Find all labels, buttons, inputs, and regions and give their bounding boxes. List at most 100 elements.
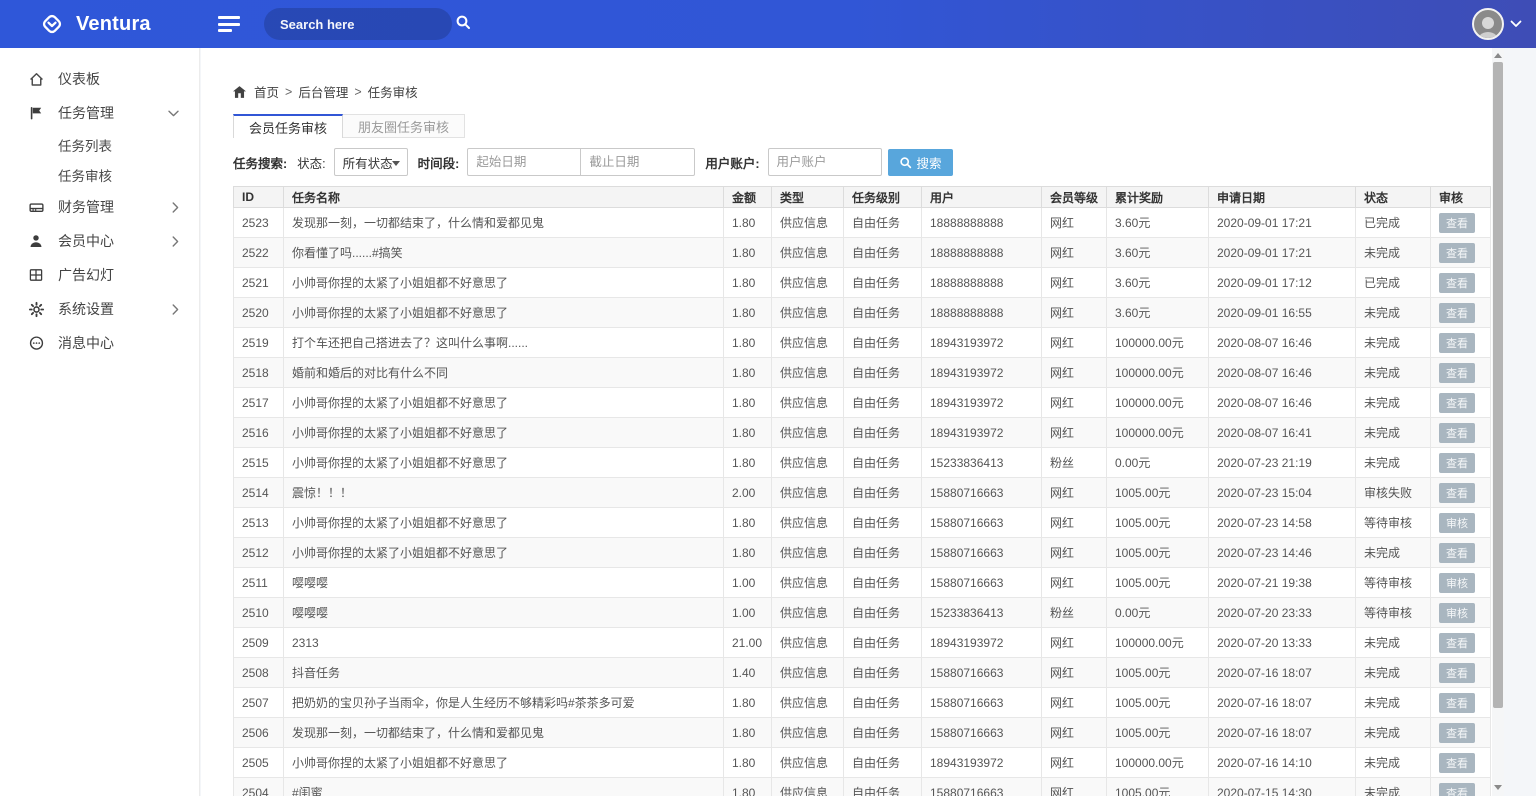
view-button[interactable]: 查看 bbox=[1439, 543, 1475, 563]
cell-task-name: 震惊！！！ bbox=[284, 478, 724, 508]
cell-member-grade: 网红 bbox=[1042, 538, 1107, 568]
sidebar-item-system-settings[interactable]: 系统设置 bbox=[0, 292, 199, 326]
sidebar-item-label: 财务管理 bbox=[58, 197, 172, 217]
cell-type: 供应信息 bbox=[772, 568, 844, 598]
sidebar-item-member-center[interactable]: 会员中心 bbox=[0, 224, 199, 258]
view-button[interactable]: 查看 bbox=[1439, 693, 1475, 713]
cell-task-level: 自由任务 bbox=[844, 538, 922, 568]
scroll-up-arrow-icon[interactable] bbox=[1492, 48, 1504, 62]
cell-member-grade: 网红 bbox=[1042, 628, 1107, 658]
sidebar-item-dashboard[interactable]: 仪表板 bbox=[0, 62, 199, 96]
view-button[interactable]: 查看 bbox=[1439, 303, 1475, 323]
view-button[interactable]: 查看 bbox=[1439, 783, 1475, 796]
cell-status: 未完成 bbox=[1356, 628, 1431, 658]
column-header: 任务级别 bbox=[844, 187, 922, 208]
view-button[interactable]: 查看 bbox=[1439, 723, 1475, 743]
cell-id: 2520 bbox=[234, 298, 284, 328]
breadcrumb-item[interactable]: 后台管理 bbox=[298, 82, 348, 101]
cell-type: 供应信息 bbox=[772, 238, 844, 268]
cell-type: 供应信息 bbox=[772, 598, 844, 628]
view-button[interactable]: 查看 bbox=[1439, 333, 1475, 353]
sidebar-toggle-icon[interactable] bbox=[218, 16, 240, 32]
cell-apply-date: 2020-07-20 23:33 bbox=[1209, 598, 1356, 628]
cell-total-reward: 1005.00元 bbox=[1107, 478, 1209, 508]
view-button[interactable]: 查看 bbox=[1439, 423, 1475, 443]
sidebar-item-finance[interactable]: 财务管理 bbox=[0, 190, 199, 224]
cell-apply-date: 2020-07-16 14:10 bbox=[1209, 748, 1356, 778]
cell-type: 供应信息 bbox=[772, 448, 844, 478]
sidebar-item-ad-slides[interactable]: 广告幻灯 bbox=[0, 258, 199, 292]
start-date-input[interactable] bbox=[467, 148, 581, 176]
ventura-logo-icon bbox=[38, 10, 66, 38]
search-icon bbox=[899, 156, 912, 169]
sidebar-item-label: 消息中心 bbox=[58, 333, 179, 353]
scrollbar-thumb[interactable] bbox=[1493, 62, 1503, 708]
cell-status: 未完成 bbox=[1356, 448, 1431, 478]
chevron-down-icon bbox=[168, 110, 179, 117]
cell-type: 供应信息 bbox=[772, 388, 844, 418]
user-menu[interactable] bbox=[1472, 8, 1522, 40]
sidebar-item-task-review[interactable]: 任务审核 bbox=[0, 160, 199, 190]
cell-task-level: 自由任务 bbox=[844, 778, 922, 796]
cell-amount: 1.80 bbox=[724, 328, 772, 358]
cell-amount: 1.80 bbox=[724, 268, 772, 298]
view-button[interactable]: 查看 bbox=[1439, 273, 1475, 293]
view-button[interactable]: 查看 bbox=[1439, 393, 1475, 413]
view-button[interactable]: 查看 bbox=[1439, 663, 1475, 683]
search-icon[interactable] bbox=[455, 14, 471, 35]
view-button[interactable]: 查看 bbox=[1439, 753, 1475, 773]
cell-apply-date: 2020-09-01 16:55 bbox=[1209, 298, 1356, 328]
cell-member-grade: 网红 bbox=[1042, 688, 1107, 718]
cell-id: 2505 bbox=[234, 748, 284, 778]
cell-action: 查看 bbox=[1431, 388, 1491, 418]
cell-member-grade: 网红 bbox=[1042, 718, 1107, 748]
cell-task-level: 自由任务 bbox=[844, 748, 922, 778]
cell-total-reward: 0.00元 bbox=[1107, 448, 1209, 478]
navbar-search bbox=[264, 8, 452, 40]
task-review-table: ID任务名称金额类型任务级别用户会员等级累计奖励申请日期状态审核 2523发现那… bbox=[233, 186, 1491, 796]
cell-amount: 1.80 bbox=[724, 688, 772, 718]
grid-icon bbox=[27, 266, 45, 284]
view-button[interactable]: 查看 bbox=[1439, 243, 1475, 263]
review-button[interactable]: 审核 bbox=[1439, 603, 1475, 623]
breadcrumb-item[interactable]: 任务审核 bbox=[368, 82, 418, 101]
breadcrumb-item[interactable]: 首页 bbox=[254, 82, 279, 101]
cell-user: 18888888888 bbox=[922, 298, 1042, 328]
chevron-right-icon bbox=[172, 304, 179, 315]
cell-type: 供应信息 bbox=[772, 688, 844, 718]
view-button[interactable]: 查看 bbox=[1439, 213, 1475, 233]
cell-status: 审核失败 bbox=[1356, 478, 1431, 508]
view-button[interactable]: 查看 bbox=[1439, 483, 1475, 503]
tab-moments-task-review[interactable]: 朋友圈任务审核 bbox=[343, 114, 465, 138]
cell-task-level: 自由任务 bbox=[844, 658, 922, 688]
cell-total-reward: 100000.00元 bbox=[1107, 748, 1209, 778]
sidebar-item-task-list[interactable]: 任务列表 bbox=[0, 130, 199, 160]
table-row: 2504#闺蜜1.80供应信息自由任务15880716663网红1005.00元… bbox=[234, 778, 1491, 796]
cell-amount: 1.80 bbox=[724, 778, 772, 796]
table-row: 2512小帅哥你捏的太紧了小姐姐都不好意思了1.80供应信息自由任务158807… bbox=[234, 538, 1491, 568]
review-button[interactable]: 审核 bbox=[1439, 513, 1475, 533]
brand[interactable]: Ventura bbox=[38, 10, 200, 38]
sidebar-item-message-center[interactable]: 消息中心 bbox=[0, 326, 199, 360]
review-button[interactable]: 审核 bbox=[1439, 573, 1475, 593]
search-button-label: 搜索 bbox=[917, 153, 942, 172]
cell-task-level: 自由任务 bbox=[844, 478, 922, 508]
view-button[interactable]: 查看 bbox=[1439, 633, 1475, 653]
scroll-down-arrow-icon[interactable] bbox=[1492, 780, 1504, 794]
end-date-input[interactable] bbox=[580, 148, 695, 176]
view-button[interactable]: 查看 bbox=[1439, 363, 1475, 383]
cell-id: 2513 bbox=[234, 508, 284, 538]
tab-member-task-review[interactable]: 会员任务审核 bbox=[233, 114, 343, 138]
user-icon bbox=[27, 232, 45, 250]
cell-total-reward: 3.60元 bbox=[1107, 298, 1209, 328]
navbar-search-input[interactable] bbox=[280, 17, 455, 32]
sidebar-item-task-management[interactable]: 任务管理 bbox=[0, 96, 199, 130]
cell-status: 未完成 bbox=[1356, 718, 1431, 748]
account-input[interactable] bbox=[768, 148, 882, 176]
view-button[interactable]: 查看 bbox=[1439, 453, 1475, 473]
cell-task-name: #闺蜜 bbox=[284, 778, 724, 796]
cell-task-level: 自由任务 bbox=[844, 418, 922, 448]
cell-status: 未完成 bbox=[1356, 298, 1431, 328]
search-button[interactable]: 搜索 bbox=[888, 149, 953, 176]
status-select[interactable]: 所有状态 bbox=[334, 148, 408, 176]
